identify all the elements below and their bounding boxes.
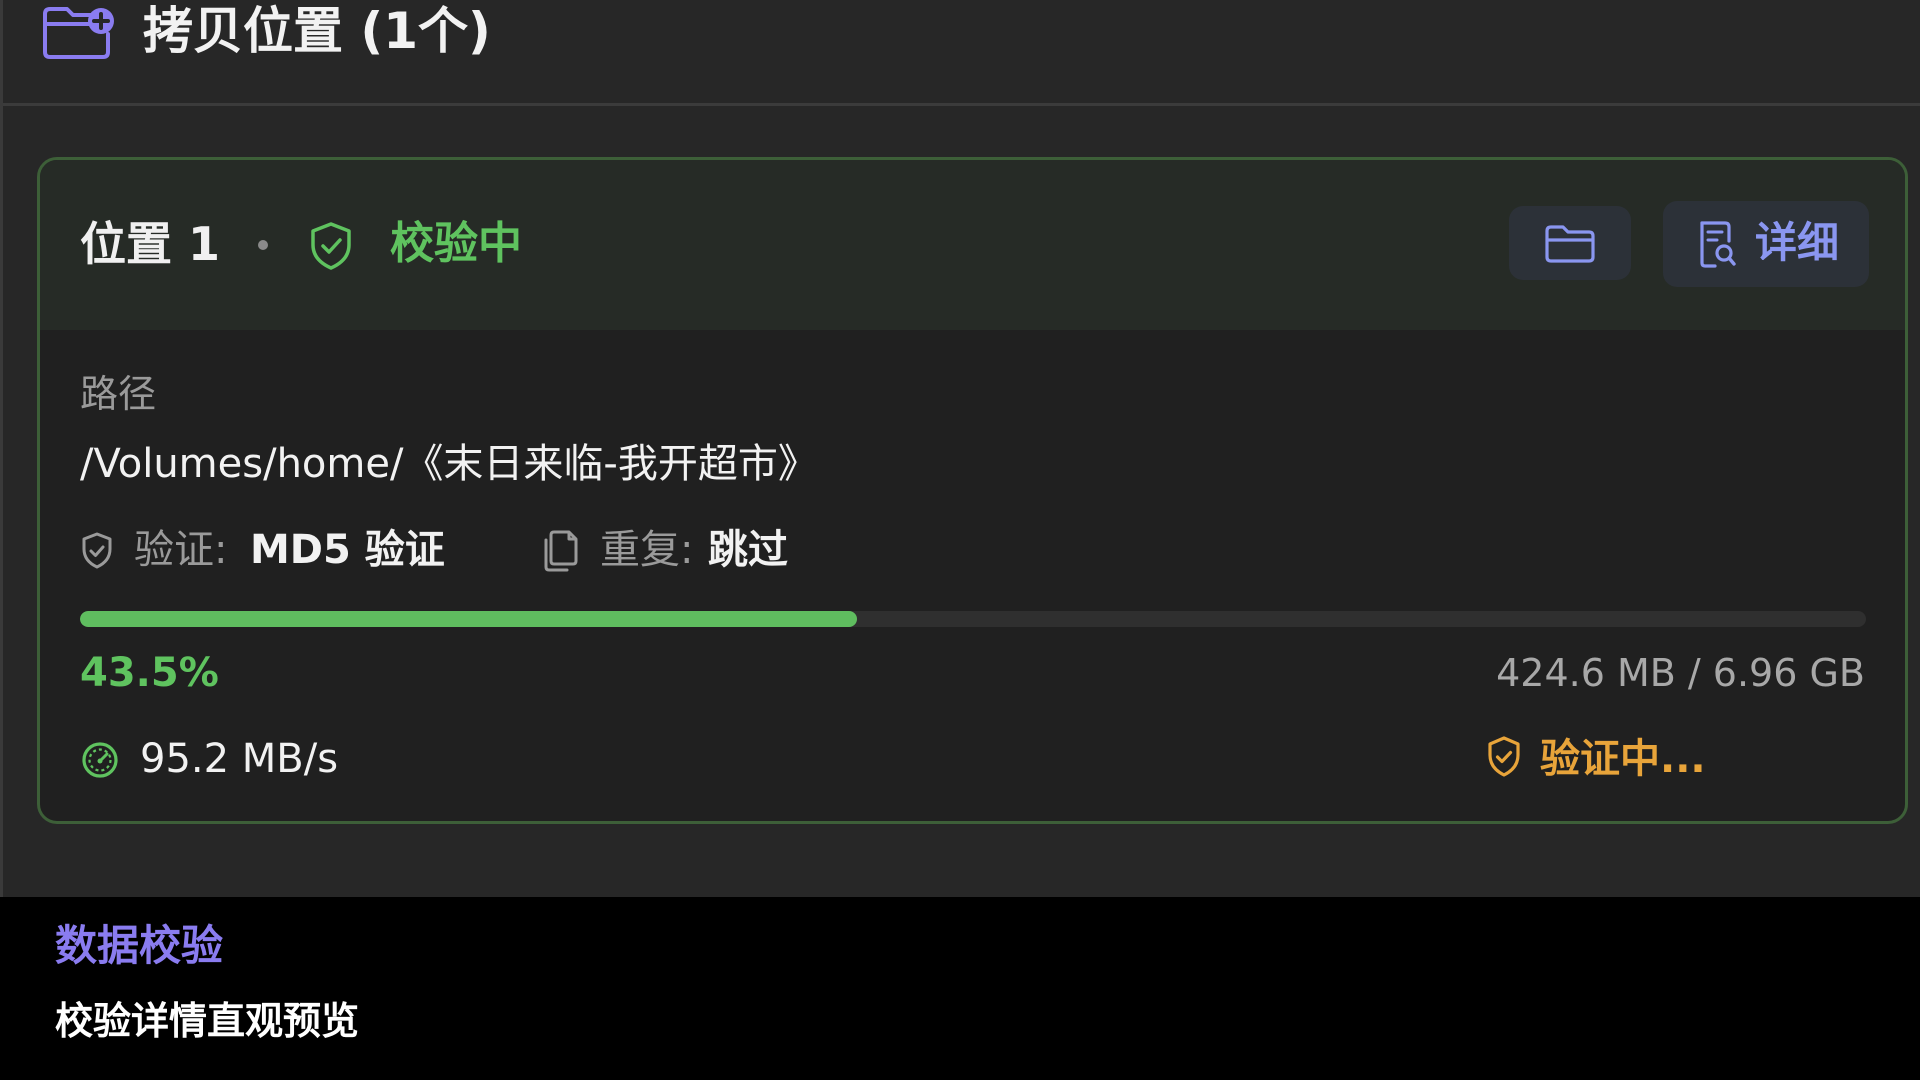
open-folder-button[interactable] — [1509, 206, 1631, 280]
shield-check-icon — [82, 532, 112, 569]
section-header: 拷贝位置 (1个) — [3, 0, 1920, 106]
speedometer-icon — [82, 742, 118, 778]
copy-locations-panel: 拷贝位置 (1个) 位置 1 校验中 详细 路径 /Volumes/home/《… — [0, 0, 1920, 897]
detail-button-label: 详细 — [1755, 218, 1840, 267]
verify-option-value: MD5 验证 — [250, 527, 445, 573]
copy-icon — [544, 530, 578, 572]
options-row: 验证: MD5 验证 重复: 跳过 — [80, 522, 1280, 578]
folder-plus-icon — [43, 7, 114, 59]
status-label: 校验中 — [390, 218, 522, 269]
shield-check-icon — [1488, 736, 1520, 777]
location-title: 位置 1 — [80, 217, 221, 271]
progress-bar — [80, 611, 1866, 627]
path-caption: 路径 — [80, 372, 157, 416]
document-search-icon — [1700, 221, 1736, 268]
caption-title: 数据校验 — [55, 921, 224, 970]
path-value: /Volumes/home/《末日来临-我开超市》 — [80, 441, 818, 487]
progress-fill — [80, 611, 857, 627]
verify-option-label: 验证: — [134, 527, 228, 573]
duplicate-option-label: 重复: — [600, 527, 694, 573]
duplicate-option-value: 跳过 — [708, 527, 788, 573]
detail-button[interactable]: 详细 — [1663, 201, 1869, 287]
folder-icon — [1545, 225, 1595, 263]
caption-subtitle: 校验详情直观预览 — [55, 999, 360, 1043]
location-card-header: 位置 1 校验中 详细 — [40, 160, 1905, 330]
verify-status: 验证中... — [1540, 736, 1706, 782]
location-card: 位置 1 校验中 详细 路径 /Volumes/home/《末日来临-我开超市》… — [37, 157, 1908, 824]
separator-dot — [258, 240, 268, 250]
progress-size: 424.6 MB / 6.96 GB — [1496, 651, 1865, 695]
transfer-speed: 95.2 MB/s — [140, 736, 339, 782]
progress-percent: 43.5% — [80, 650, 219, 696]
section-title: 拷贝位置 (1个) — [143, 2, 491, 60]
shield-check-icon — [311, 222, 351, 270]
